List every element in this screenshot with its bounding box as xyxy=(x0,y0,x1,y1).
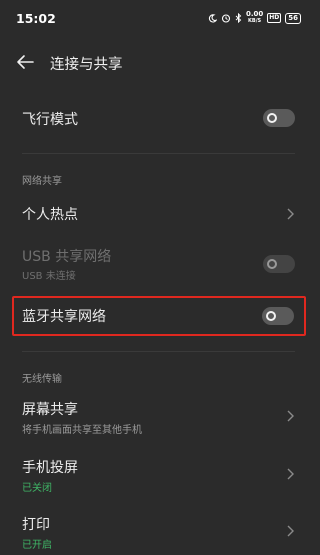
alarm-icon xyxy=(221,14,231,23)
print-label: 打印 xyxy=(22,517,50,533)
hotspot-label: 个人热点 xyxy=(22,207,78,223)
usb-tethering-subtitle: USB 未连接 xyxy=(22,271,76,282)
network-speed-value: 0.00 xyxy=(245,10,264,18)
screen-cast-label: 手机投屏 xyxy=(22,460,78,476)
toggle-knob xyxy=(266,311,276,321)
usb-tethering-toggle[interactable] xyxy=(263,255,295,273)
airplane-mode-row[interactable]: 飞行模式 xyxy=(0,100,315,136)
airplane-mode-toggle[interactable] xyxy=(263,109,295,127)
network-speed-icon: 0.00 KB/S xyxy=(246,11,263,25)
print-status: 已开启 xyxy=(22,540,52,551)
screen-cast-status: 已关闭 xyxy=(22,483,52,494)
status-icons: 0.00 KB/S HD 56 xyxy=(208,11,301,25)
hotspot-row[interactable]: 个人热点 xyxy=(0,196,315,232)
back-arrow-icon[interactable] xyxy=(16,54,34,70)
status-bar: 15:02 0.00 KB/S HD 56 xyxy=(0,0,315,36)
airplane-mode-label: 飞行模式 xyxy=(22,112,78,128)
network-speed-unit: KB/S xyxy=(248,18,262,24)
screen-share-subtitle: 将手机画面共享至其他手机 xyxy=(22,425,142,436)
screen-share-row[interactable]: 屏幕共享 将手机画面共享至其他手机 xyxy=(0,395,315,439)
bluetooth-tethering-toggle[interactable] xyxy=(262,307,294,325)
chevron-right-icon xyxy=(287,208,294,220)
usb-tethering-row[interactable]: USB 共享网络 USB 未连接 xyxy=(0,242,315,286)
screen-share-label: 屏幕共享 xyxy=(22,402,78,418)
battery-icon: 56 xyxy=(285,12,301,24)
divider xyxy=(22,351,295,352)
toggle-knob xyxy=(267,113,277,123)
toggle-knob xyxy=(267,259,277,269)
status-time: 15:02 xyxy=(16,11,56,26)
page-header: 连接与共享 xyxy=(0,44,315,80)
moon-icon xyxy=(208,13,217,23)
hd-icon: HD xyxy=(267,13,282,23)
section-header-wireless-transfer: 无线传输 xyxy=(22,374,62,385)
usb-tethering-label: USB 共享网络 xyxy=(22,249,112,265)
page-title: 连接与共享 xyxy=(50,57,123,73)
chevron-right-icon xyxy=(287,468,294,480)
chevron-right-icon xyxy=(287,525,294,537)
bluetooth-tethering-label: 蓝牙共享网络 xyxy=(22,309,106,325)
bluetooth-tethering-row[interactable]: 蓝牙共享网络 xyxy=(0,298,315,334)
divider xyxy=(22,153,295,154)
screen-cast-row[interactable]: 手机投屏 已关闭 xyxy=(0,453,315,497)
chevron-right-icon xyxy=(287,410,294,422)
print-row[interactable]: 打印 已开启 xyxy=(0,510,315,555)
section-header-network-sharing: 网络共享 xyxy=(22,176,62,187)
bluetooth-icon xyxy=(235,13,242,23)
